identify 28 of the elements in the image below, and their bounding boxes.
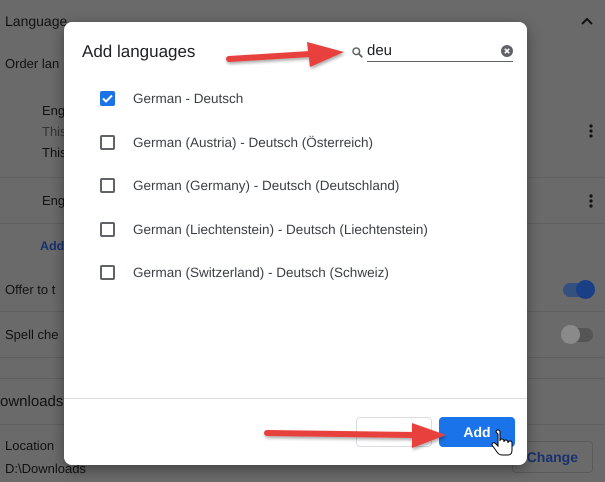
language-option[interactable]: German (Austria) - Deutsch (Österreich): [133, 134, 374, 150]
setting-label: Offer to t: [5, 282, 56, 297]
toggle-switch[interactable]: [563, 282, 593, 296]
checkbox[interactable]: [100, 178, 115, 194]
language-name: Eng: [42, 193, 66, 208]
language-name: Eng: [42, 102, 66, 118]
location-path: D:\Downloads: [5, 461, 86, 476]
location-label: Location: [5, 438, 56, 453]
chevron-up-icon[interactable]: [581, 17, 593, 25]
checkbox[interactable]: [100, 91, 115, 106]
section-title: ownloads: [0, 393, 64, 410]
subtitle: Order lan: [5, 56, 60, 71]
language-option[interactable]: German (Liechtenstein) - Deutsch (Liechtenstein): [133, 222, 428, 237]
more-options-icon[interactable]: [589, 194, 593, 208]
more-options-icon[interactable]: [589, 124, 593, 138]
search-icon: [352, 46, 363, 58]
setting-label: Spell che: [5, 327, 58, 342]
dialog-title: Add languages: [82, 42, 196, 62]
language-option[interactable]: German (Germany) - Deutsch (Deutschland): [133, 178, 400, 194]
hand-cursor-icon: [492, 430, 512, 456]
language-option[interactable]: German - Deutsch: [133, 91, 244, 106]
checkbox[interactable]: [100, 134, 115, 150]
clear-icon[interactable]: [501, 45, 513, 57]
checkbox[interactable]: [100, 265, 115, 280]
section-title: Language: [5, 13, 68, 29]
toggle-switch[interactable]: [563, 328, 593, 342]
checkbox[interactable]: [100, 222, 115, 237]
language-option[interactable]: German (Switzerland) - Deutsch (Schweiz): [133, 265, 389, 280]
